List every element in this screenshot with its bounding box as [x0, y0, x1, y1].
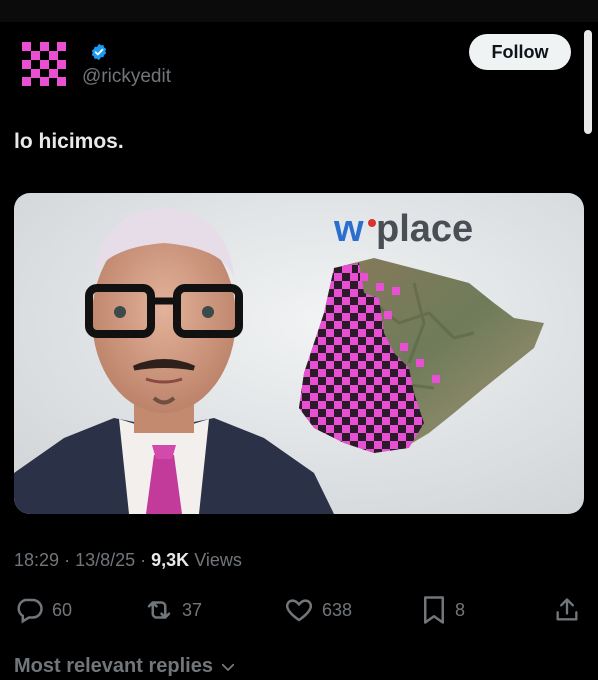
top-status-bar [0, 0, 598, 22]
bookmark-count: 8 [455, 599, 466, 620]
scrollbar-thumb[interactable] [584, 30, 592, 134]
map-pin-icon [368, 219, 376, 227]
like-count: 638 [322, 599, 353, 620]
meta-separator: · [64, 550, 76, 570]
views-count: 9,3K [151, 550, 190, 570]
tweet-date[interactable]: 13/8/25 [75, 550, 135, 570]
tweet-text: lo hicimos. [14, 130, 124, 153]
heart-icon [285, 599, 313, 622]
like-button[interactable]: 638 [284, 590, 352, 630]
follow-button[interactable]: Follow [469, 34, 571, 70]
reply-count: 60 [52, 599, 73, 620]
replies-heading-label: Most relevant replies [14, 655, 213, 677]
share-icon [556, 598, 578, 621]
avatar[interactable] [22, 42, 66, 86]
wplace-logo-place: place [376, 208, 473, 250]
bookmark-icon [424, 596, 444, 624]
author-handle[interactable]: @rickyedit [82, 66, 171, 88]
tweet-time[interactable]: 18:29 [14, 550, 59, 570]
reply-icon [17, 598, 43, 624]
reply-button[interactable]: 60 [14, 590, 72, 630]
verified-badge-icon [91, 43, 107, 61]
repost-button[interactable]: 37 [144, 590, 202, 630]
share-button[interactable] [553, 590, 581, 630]
tweet-meta: 18:29 · 13/8/25 · 9,3K Views [14, 550, 242, 571]
repost-icon [147, 601, 171, 619]
replies-sort-dropdown[interactable]: Most relevant replies [14, 655, 237, 678]
action-bar: 60 37 638 8 [0, 590, 598, 630]
bookmark-button[interactable]: 8 [421, 590, 465, 630]
tweet-media-image[interactable]: w place [14, 193, 584, 514]
meta-separator: · [140, 550, 152, 570]
views-label: Views [194, 550, 242, 570]
chevron-down-icon [221, 663, 235, 671]
repost-count: 37 [182, 599, 203, 620]
wplace-logo-w: w [333, 208, 364, 250]
